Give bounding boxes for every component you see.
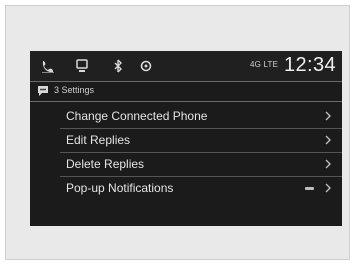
menu-item-delete-replies[interactable]: Delete Replies: [60, 153, 342, 177]
status-bar: 4G LTE 12:34: [30, 51, 342, 81]
chevron-right-icon: [325, 111, 331, 121]
instruction-frame: 4G LTE 12:34 3 Settings Change Connected…: [5, 5, 350, 260]
menu-item-label: Change Connected Phone: [66, 109, 208, 123]
chevron-right-icon: [325, 183, 331, 193]
signal-indicator: 4G LTE: [250, 60, 279, 69]
infotainment-screen: 4G LTE 12:34 3 Settings Change Connected…: [30, 51, 342, 226]
bluetooth-icon[interactable]: [110, 58, 126, 74]
menu-item-label: Pop-up Notifications: [66, 181, 174, 195]
menu-item-popup-notifications[interactable]: Pop-up Notifications: [60, 177, 342, 200]
toggle-indicator: [305, 187, 314, 190]
settings-menu: Change Connected Phone Edit Replies Dele…: [60, 105, 342, 200]
breadcrumb-divider: [30, 101, 342, 102]
phone-icon[interactable]: [40, 58, 56, 74]
status-divider: [30, 81, 342, 82]
clock: 12:34: [283, 54, 336, 76]
message-icon: [36, 84, 50, 98]
chevron-right-icon: [325, 135, 331, 145]
chevron-right-icon: [325, 159, 331, 169]
menu-item-label: Delete Replies: [66, 157, 145, 171]
menu-item-edit-replies[interactable]: Edit Replies: [60, 129, 342, 153]
menu-item-label: Edit Replies: [66, 133, 131, 147]
settings-icon[interactable]: [138, 58, 154, 74]
menu-item-change-connected-phone[interactable]: Change Connected Phone: [60, 105, 342, 129]
media-icon[interactable]: [74, 58, 90, 74]
breadcrumb: 3 Settings: [30, 83, 342, 99]
breadcrumb-text: 3 Settings: [54, 85, 95, 95]
